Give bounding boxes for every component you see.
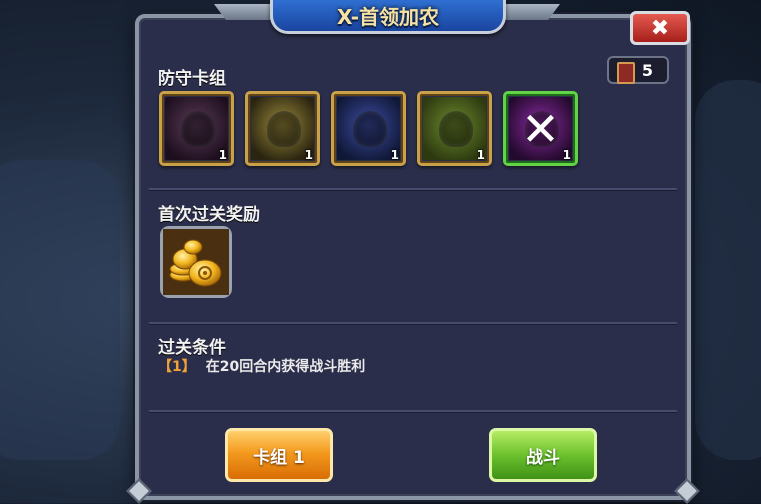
card-stack-icon (617, 62, 635, 84)
card-quantity: 1 (304, 148, 313, 162)
defense-card-2[interactable]: 1 (245, 91, 320, 166)
card-quantity: 1 (390, 148, 399, 162)
defense-card-1[interactable]: 1 (159, 91, 234, 166)
defense-card-4[interactable]: 1 (417, 91, 492, 166)
creature-silhouette (439, 111, 473, 147)
condition-item: 【1】 在20回合内获得战斗胜利 (158, 356, 365, 376)
first-clear-reward-label: 首次过关奖励 (158, 205, 260, 225)
card-quantity: 1 (476, 148, 485, 162)
card-quantity: 1 (218, 148, 227, 162)
fight-button[interactable]: 战斗 (489, 428, 597, 482)
condition-index: 【1】 (158, 359, 196, 375)
clear-condition-label: 过关条件 (158, 338, 226, 358)
title-banner: X-首领加农 (270, 0, 506, 34)
deck-button[interactable]: 卡组 1 (225, 428, 333, 482)
card-quantity: 1 (562, 148, 571, 162)
defense-deck-label: 防守卡组 (158, 69, 226, 89)
gold-coins-icon (163, 229, 229, 295)
deck-count-value: 5 (641, 60, 653, 80)
creature-silhouette (353, 111, 387, 147)
defense-card-3[interactable]: 1 (331, 91, 406, 166)
defense-card-5[interactable]: ✕ 1 (503, 91, 578, 166)
background-figure-right (695, 80, 761, 460)
creature-silhouette (181, 111, 215, 147)
close-icon: ✖ (650, 15, 670, 41)
reward-item[interactable] (160, 226, 232, 298)
close-button[interactable]: ✖ (630, 11, 690, 45)
condition-text: 在20回合内获得战斗胜利 (205, 359, 366, 375)
page-title: X-首领加农 (336, 5, 440, 29)
deck-count-badge: 5 (607, 56, 669, 84)
creature-silhouette (267, 111, 301, 147)
background-figure-left (0, 160, 120, 460)
